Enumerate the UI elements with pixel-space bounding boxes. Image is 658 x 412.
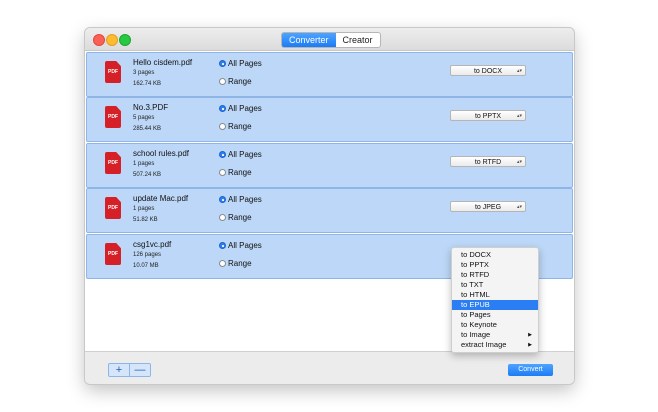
menu-item[interactable]: to DOCX: [452, 250, 538, 260]
all-pages-radio[interactable]: All Pages: [219, 104, 262, 113]
mode-segmented-control: Converter Creator: [281, 32, 381, 48]
up-down-arrows-icon: ▴▾: [516, 159, 522, 165]
file-row[interactable]: PDF update Mac.pdf 1 pages 51.82 KB All Page…: [86, 188, 573, 233]
menu-item[interactable]: to Keynote: [452, 320, 538, 330]
range-radio[interactable]: Range: [219, 77, 252, 86]
file-row[interactable]: PDF school rules.pdf 1 pages 507.24 KB All P…: [86, 143, 573, 188]
all-pages-radio[interactable]: All Pages: [219, 59, 262, 68]
file-page-count: 1 pages: [133, 206, 155, 212]
file-size: 51.82 KB: [133, 217, 158, 223]
file-page-count: 3 pages: [133, 70, 155, 76]
menu-item[interactable]: to TXT: [452, 280, 538, 290]
title-bar: Converter Creator: [85, 28, 574, 51]
menu-item[interactable]: to EPUB: [452, 300, 538, 310]
file-page-count: 5 pages: [133, 115, 155, 121]
up-down-arrows-icon: ▴▾: [516, 68, 522, 74]
radio-unselected-icon: [219, 123, 226, 130]
radio-unselected-icon: [219, 78, 226, 85]
file-name: update Mac.pdf: [133, 194, 189, 203]
file-name: No.3.PDF: [133, 103, 169, 112]
file-row[interactable]: PDF Hello cisdem.pdf 3 pages 162.74 KB All P…: [86, 52, 573, 97]
menu-item[interactable]: to HTML: [452, 290, 538, 300]
file-size: 507.24 KB: [133, 172, 162, 178]
add-file-button[interactable]: +: [109, 364, 130, 376]
all-pages-radio[interactable]: All Pages: [219, 150, 262, 159]
remove-file-button[interactable]: —: [130, 364, 150, 376]
format-dropdown[interactable]: to JPEG ▴▾: [450, 201, 526, 212]
file-page-count: 1 pages: [133, 161, 155, 167]
pdf-file-icon: PDF: [105, 152, 121, 174]
pdf-file-icon: PDF: [105, 61, 121, 83]
radio-selected-icon: [219, 105, 226, 112]
menu-item[interactable]: to Pages: [452, 310, 538, 320]
file-name: school rules.pdf: [133, 149, 190, 158]
file-name: Hello cisdem.pdf: [133, 58, 193, 67]
file-size: 162.74 KB: [133, 81, 162, 87]
tab-converter[interactable]: Converter: [282, 33, 336, 47]
radio-selected-icon: [219, 242, 226, 249]
minimize-window-button[interactable]: [106, 34, 118, 46]
add-remove-control: + —: [108, 363, 151, 377]
pdf-file-icon: PDF: [105, 197, 121, 219]
convert-button[interactable]: Convert: [508, 364, 553, 376]
range-radio[interactable]: Range: [219, 168, 252, 177]
file-page-count: 126 pages: [133, 252, 162, 258]
range-radio[interactable]: Range: [219, 122, 252, 131]
radio-selected-icon: [219, 196, 226, 203]
radio-unselected-icon: [219, 169, 226, 176]
pdf-file-icon: PDF: [105, 106, 121, 128]
up-down-arrows-icon: ▴▾: [516, 113, 522, 119]
file-size: 10.07 MB: [133, 263, 159, 269]
radio-selected-icon: [219, 60, 226, 67]
bottom-toolbar: + — Convert: [85, 351, 574, 384]
all-pages-radio[interactable]: All Pages: [219, 195, 262, 204]
all-pages-radio[interactable]: All Pages: [219, 241, 262, 250]
triangle-right-icon: ▶: [528, 342, 532, 348]
file-name: csg1vc.pdf: [133, 240, 172, 249]
zoom-window-button[interactable]: [119, 34, 131, 46]
pdf-file-icon: PDF: [105, 243, 121, 265]
radio-unselected-icon: [219, 214, 226, 221]
radio-selected-icon: [219, 151, 226, 158]
file-row[interactable]: PDF No.3.PDF 5 pages 285.44 KB All Pages Rang…: [86, 97, 573, 142]
format-dropdown[interactable]: to PPTX ▴▾: [450, 110, 526, 121]
range-radio[interactable]: Range: [219, 259, 252, 268]
close-window-button[interactable]: [93, 34, 105, 46]
up-down-arrows-icon: ▴▾: [516, 204, 522, 210]
menu-item[interactable]: to RTFD: [452, 270, 538, 280]
menu-item[interactable]: to PPTX: [452, 260, 538, 270]
format-dropdown[interactable]: to RTFD ▴▾: [450, 156, 526, 167]
menu-item[interactable]: to Image ▶: [452, 330, 538, 340]
menu-item[interactable]: extract Image ▶: [452, 340, 538, 350]
triangle-right-icon: ▶: [528, 332, 532, 338]
range-radio[interactable]: Range: [219, 213, 252, 222]
file-size: 285.44 KB: [133, 126, 162, 132]
format-dropdown[interactable]: to DOCX ▴▾: [450, 65, 526, 76]
radio-unselected-icon: [219, 260, 226, 267]
tab-creator[interactable]: Creator: [336, 33, 380, 47]
format-popup-menu: to DOCX to PPTX to RTFD to TXT to HTML to EPU…: [451, 247, 539, 353]
